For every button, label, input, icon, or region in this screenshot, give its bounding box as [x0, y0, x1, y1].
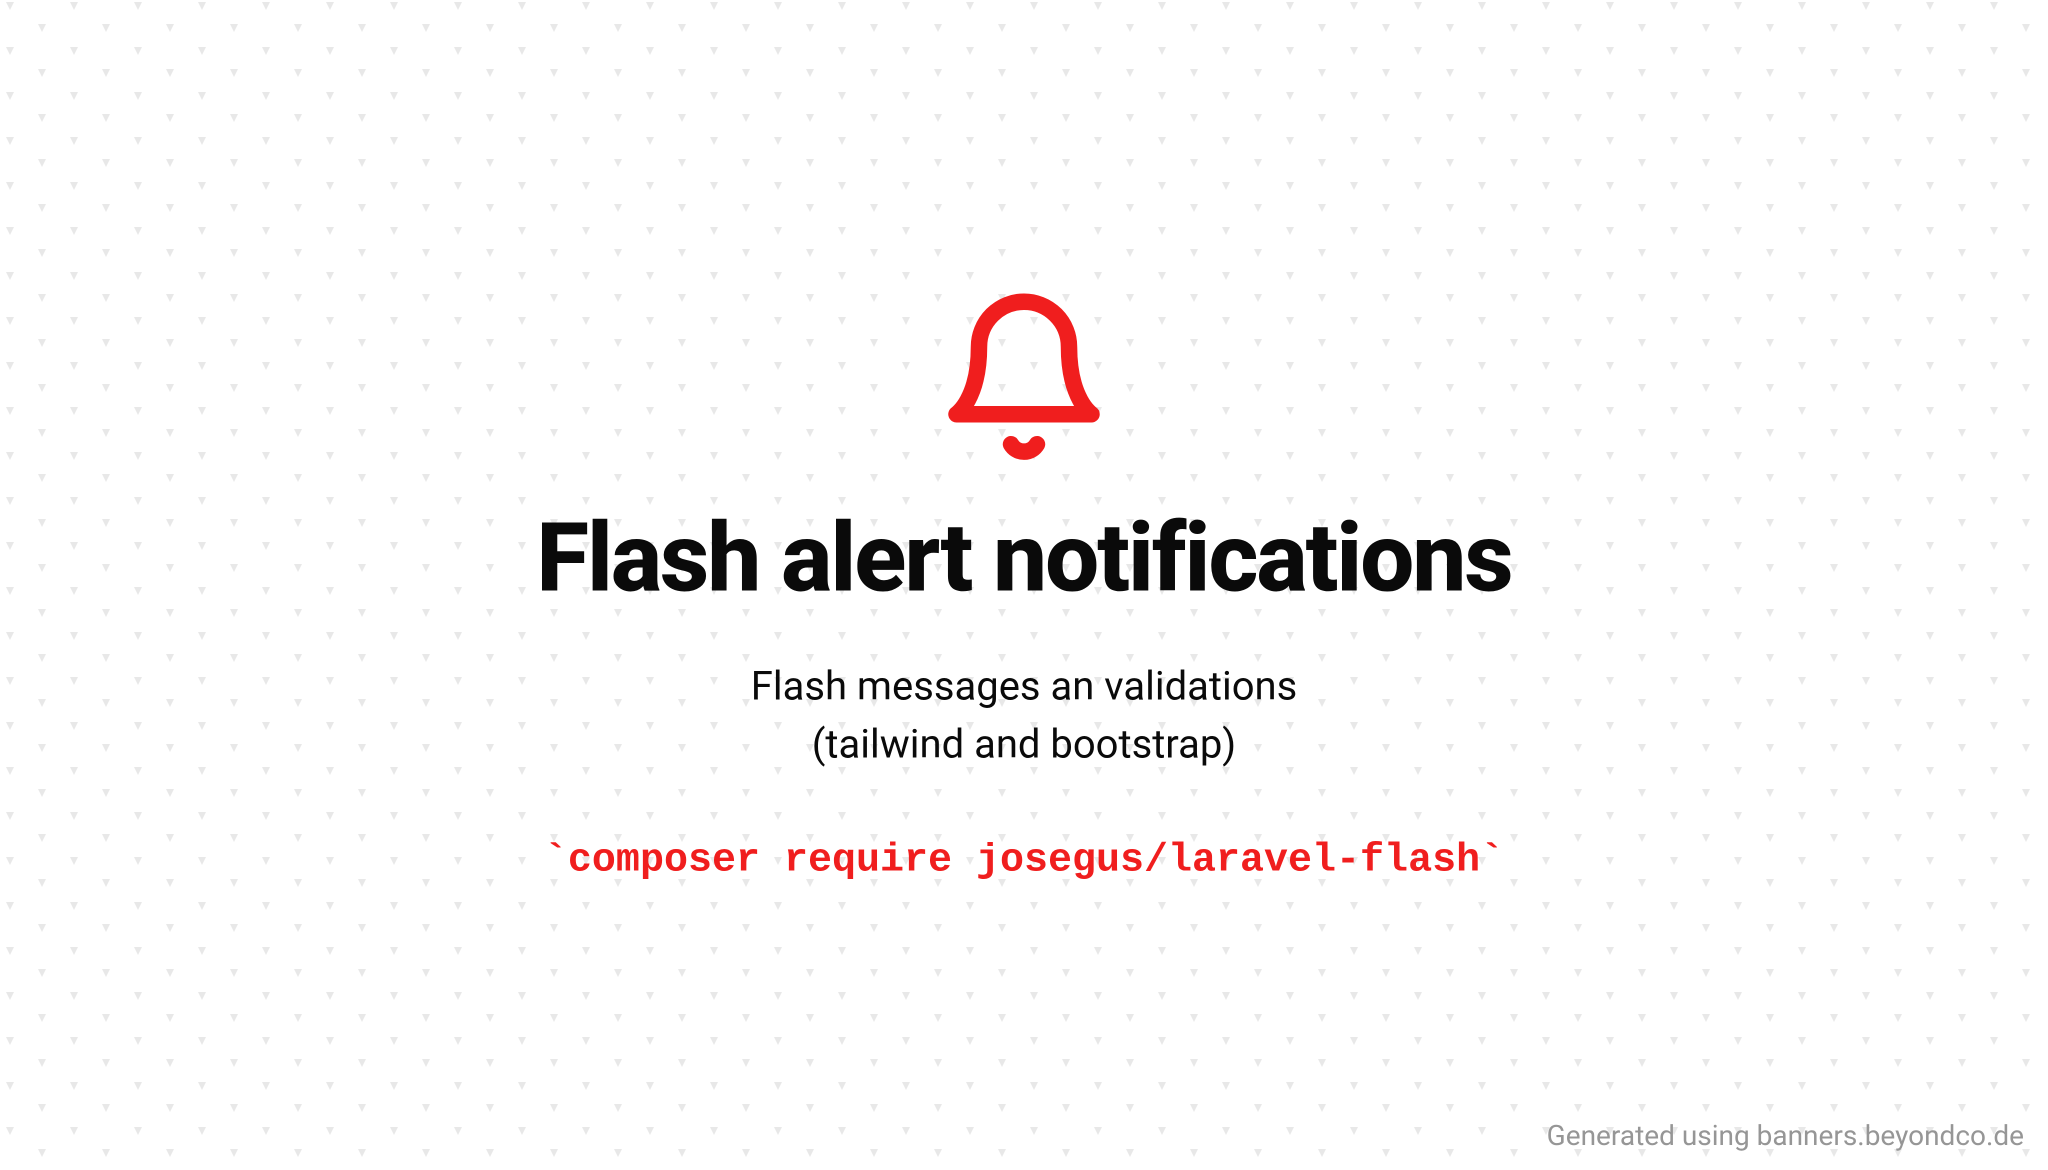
- install-command: `composer require josegus/laravel-flash`: [544, 838, 1504, 883]
- banner-subtitle: Flash messages an validations (tailwind …: [751, 657, 1298, 773]
- subtitle-line-2: (tailwind and bootstrap): [751, 715, 1298, 773]
- banner-container: Flash alert notifications Flash messages…: [0, 287, 2048, 884]
- subtitle-line-1: Flash messages an validations: [751, 657, 1298, 715]
- bell-icon: [934, 287, 1114, 467]
- banner-title: Flash alert notifications: [536, 507, 1511, 613]
- attribution-text: Generated using banners.beyondco.de: [1547, 1119, 2024, 1152]
